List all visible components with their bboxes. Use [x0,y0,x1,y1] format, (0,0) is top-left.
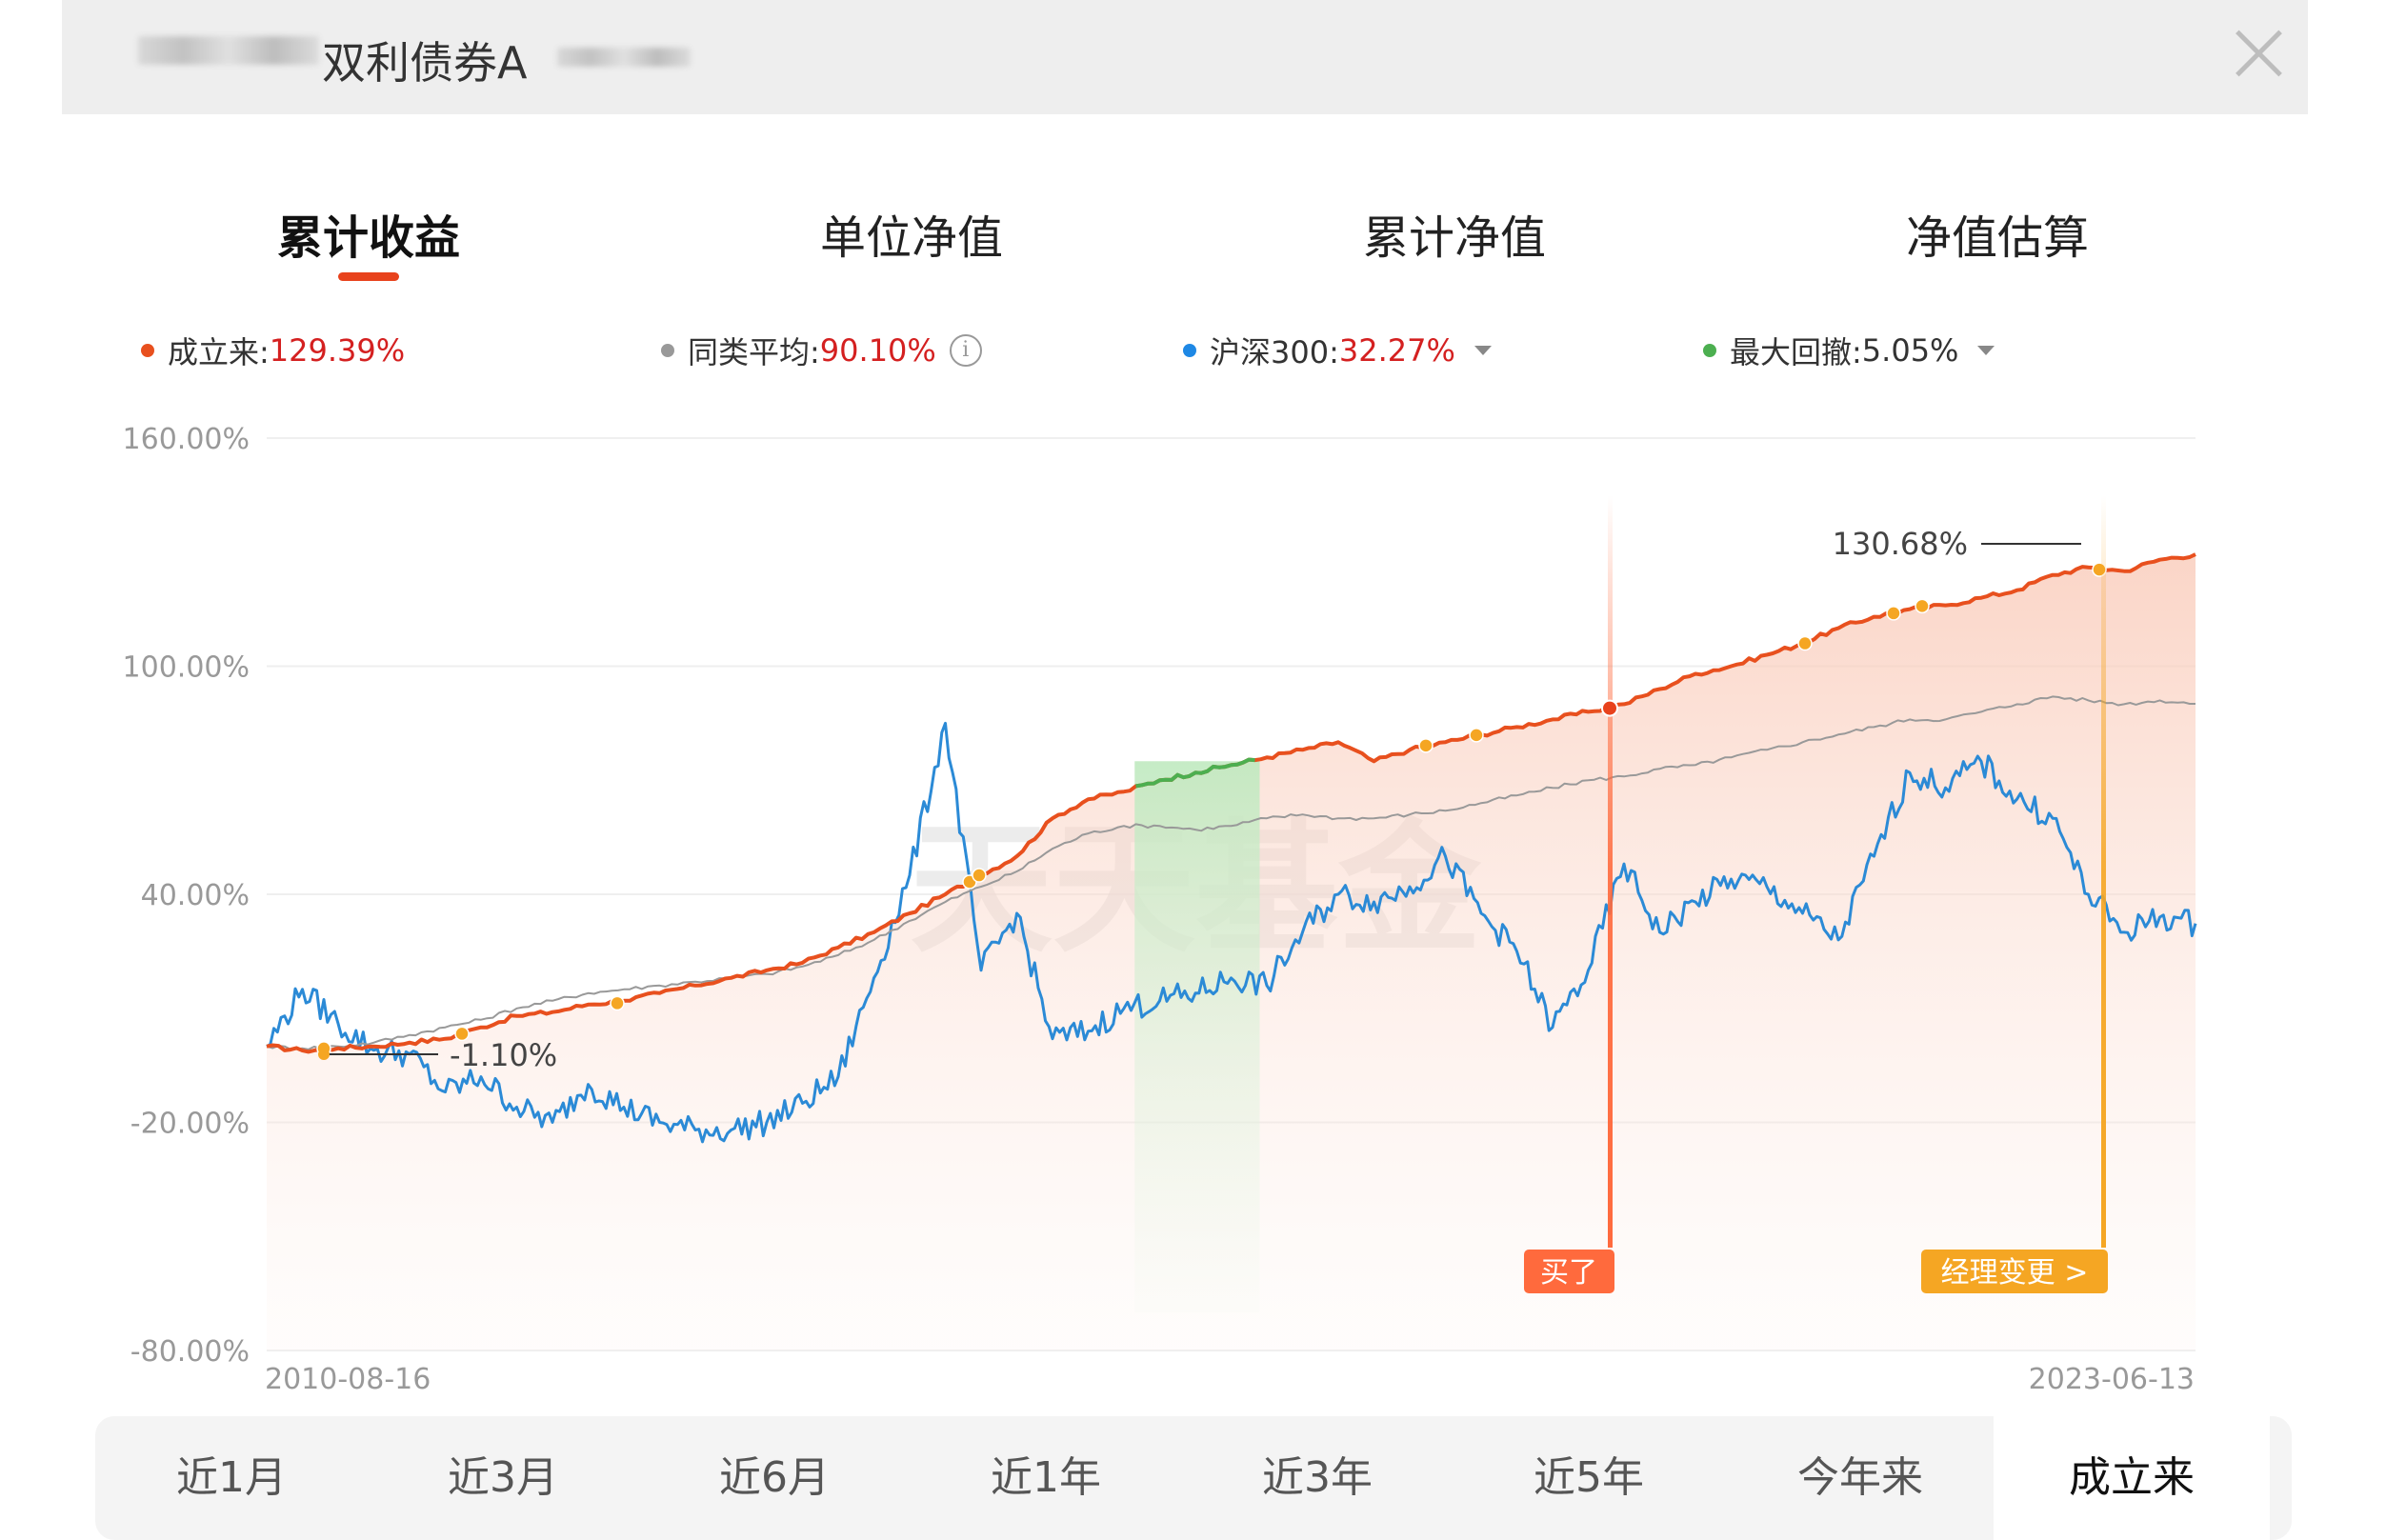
manager-change-line [2101,495,2106,1248]
trade-dot[interactable] [1915,598,1930,614]
max-drawdown-band [1134,761,1260,1312]
buy-dot [1601,699,1618,717]
trade-dot[interactable] [1797,635,1813,651]
min-dot [318,1049,330,1061]
buy-tag-label: 买了 [1540,1256,1597,1290]
period-6m[interactable]: 近6月 [719,1443,830,1504]
period-since-inception[interactable]: 成立来 [2069,1443,2195,1504]
y-tick-label: -80.00% [130,1335,250,1369]
trade-dot[interactable] [972,868,987,883]
min-value-label: -1.10% [450,1037,557,1073]
trade-dot[interactable] [610,995,625,1011]
x-axis-start-label: 2010-08-16 [265,1363,431,1396]
period-3y[interactable]: 近3年 [1262,1443,1373,1504]
trade-dot[interactable] [1469,728,1484,743]
trade-dot[interactable] [1886,606,1901,621]
x-axis-end-label: 2023-06-13 [2029,1363,2195,1396]
y-tick-label: -20.00% [130,1108,250,1141]
period-selector [95,1416,2292,1540]
cumulative-return-chart[interactable]: 160.00%100.00%40.00%-20.00%-80.00% 天天基金 … [0,0,2386,1410]
y-axis-ticks: 160.00% 100.00% 40.00% -20.00% -80.00% [123,423,250,1369]
trade-dot[interactable] [1418,738,1434,753]
max-value-label: 130.68% [1833,526,1968,562]
period-1y[interactable]: 近1年 [991,1443,1101,1504]
y-tick-label: 100.00% [123,651,250,685]
buy-marker-line [1608,495,1613,1248]
period-1m[interactable]: 近1月 [176,1443,287,1504]
period-ytd[interactable]: 今年来 [1797,1443,1923,1504]
y-tick-label: 160.00% [123,423,250,456]
period-3m[interactable]: 近3月 [448,1443,558,1504]
manager-change-label: 经理变更 > [1941,1256,2089,1290]
period-5y[interactable]: 近5年 [1534,1443,1644,1504]
y-tick-label: 40.00% [141,879,250,912]
